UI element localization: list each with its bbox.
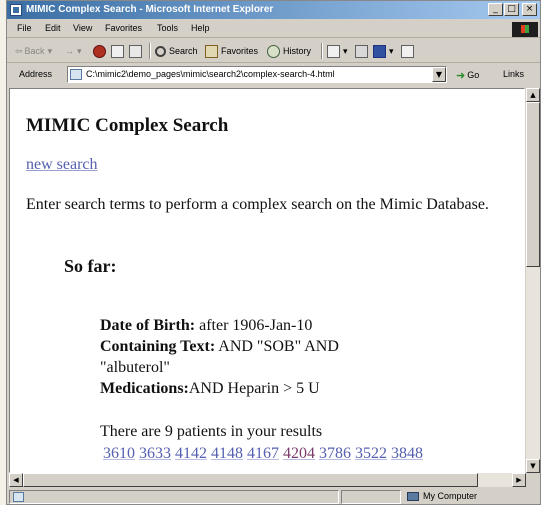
windows-logo-icon bbox=[512, 22, 538, 37]
patient-id-link[interactable]: 4148 bbox=[211, 445, 243, 462]
menu-view[interactable]: View bbox=[73, 23, 92, 33]
search-button[interactable]: Search bbox=[155, 42, 198, 60]
scroll-up-button[interactable]: ▲ bbox=[526, 88, 540, 102]
window-controls: _ □ × bbox=[488, 3, 537, 16]
patient-id-list: 3610 3633 4142 4148 4167 4204 3786 3522 3848 bbox=[103, 445, 427, 463]
toolbar: ⇦ Back ▾ → ▾ Search Favorites History ▾ … bbox=[7, 39, 540, 63]
menu-help[interactable]: Help bbox=[191, 23, 210, 33]
toolbar-divider bbox=[321, 43, 323, 59]
favorites-icon bbox=[205, 44, 218, 58]
refresh-button[interactable] bbox=[111, 42, 127, 60]
vertical-scrollbar[interactable]: ▲ ▼ bbox=[526, 88, 540, 473]
discuss-icon bbox=[401, 44, 414, 58]
patient-id-link[interactable]: 3786 bbox=[319, 445, 351, 462]
new-search-link[interactable]: new search bbox=[26, 156, 98, 174]
page-status-icon bbox=[13, 492, 24, 502]
go-button[interactable]: ➜ Go bbox=[456, 67, 479, 83]
scroll-right-button[interactable]: ▶ bbox=[512, 473, 526, 487]
mail-icon bbox=[327, 44, 340, 58]
web-page: MIMIC Complex Search new search Enter se… bbox=[10, 89, 524, 472]
menu-tools[interactable]: Tools bbox=[157, 23, 178, 33]
browser-window: MIMIC Complex Search - Microsoft Interne… bbox=[6, 0, 541, 505]
menu-bar: File Edit View Favorites Tools Help bbox=[7, 21, 540, 38]
window-title: MIMIC Complex Search - Microsoft Interne… bbox=[26, 4, 274, 15]
criterion-containing-text: Containing Text: AND "SOB" AND "albutero… bbox=[100, 336, 400, 378]
address-input[interactable]: C:\mimic2\demo_pages\mimic\search2\compl… bbox=[67, 66, 447, 83]
computer-icon bbox=[407, 491, 419, 501]
criterion-value: after 1906-Jan-10 bbox=[195, 317, 313, 334]
forward-button[interactable]: → ▾ bbox=[65, 42, 82, 60]
toolbar-divider bbox=[149, 43, 151, 59]
title-bar: MIMIC Complex Search - Microsoft Interne… bbox=[7, 1, 540, 19]
results-count: There are 9 patients in your results bbox=[100, 423, 323, 440]
go-arrow-icon: ➜ bbox=[456, 69, 466, 82]
menu-edit[interactable]: Edit bbox=[45, 23, 61, 33]
word-icon bbox=[373, 44, 386, 58]
status-text-cell bbox=[9, 490, 339, 504]
patient-id-link[interactable]: 3522 bbox=[355, 445, 387, 462]
security-zone: My Computer bbox=[407, 491, 477, 501]
links-button[interactable]: Links bbox=[503, 69, 524, 79]
back-button[interactable]: ⇦ Back ▾ bbox=[15, 42, 52, 60]
address-url: C:\mimic2\demo_pages\mimic\search2\compl… bbox=[86, 69, 335, 79]
back-arrow-icon: ⇦ bbox=[15, 45, 23, 56]
close-button[interactable]: × bbox=[522, 3, 537, 16]
chevron-down-icon: ▾ bbox=[47, 45, 53, 56]
page-viewport: MIMIC Complex Search new search Enter se… bbox=[9, 88, 525, 473]
chevron-down-icon: ▾ bbox=[389, 45, 394, 56]
chevron-down-icon[interactable]: ▼ bbox=[432, 67, 446, 82]
patient-id-link[interactable]: 3610 bbox=[103, 445, 135, 462]
criterion-label: Date of Birth: bbox=[100, 317, 196, 334]
status-bar: My Computer bbox=[7, 489, 540, 505]
stop-button[interactable] bbox=[93, 42, 109, 60]
patient-id-link[interactable]: 4167 bbox=[247, 445, 279, 462]
page-title: MIMIC Complex Search bbox=[26, 115, 229, 136]
patient-id-link[interactable]: 3848 bbox=[391, 445, 423, 462]
vertical-scroll-thumb[interactable] bbox=[526, 102, 540, 267]
status-progress-cell bbox=[341, 490, 401, 504]
menu-file[interactable]: File bbox=[17, 23, 32, 33]
home-icon bbox=[129, 44, 142, 58]
so-far-heading: So far: bbox=[64, 256, 117, 276]
home-button[interactable] bbox=[129, 42, 145, 60]
criterion-value: AND Heparin > 5 U bbox=[188, 380, 320, 397]
ie-icon bbox=[10, 4, 22, 16]
scroll-left-button[interactable]: ◀ bbox=[9, 473, 23, 487]
scroll-down-button[interactable]: ▼ bbox=[526, 459, 540, 473]
criterion-label: Containing Text: bbox=[100, 338, 216, 355]
search-criteria: Date of Birth: after 1906-Jan-10 Contain… bbox=[100, 315, 400, 399]
history-icon bbox=[267, 44, 280, 58]
chevron-down-icon: ▾ bbox=[343, 45, 348, 56]
intro-text: Enter search terms to perform a complex … bbox=[26, 196, 489, 213]
refresh-icon bbox=[111, 44, 124, 58]
address-label: Address bbox=[19, 69, 53, 79]
page-icon bbox=[70, 69, 82, 80]
print-button[interactable] bbox=[355, 42, 371, 60]
chevron-down-icon: ▾ bbox=[77, 45, 82, 56]
history-button[interactable]: History bbox=[267, 42, 311, 60]
mail-button[interactable]: ▾ bbox=[327, 42, 348, 60]
discuss-button[interactable] bbox=[401, 42, 417, 60]
stop-icon bbox=[93, 44, 106, 58]
favorites-button[interactable]: Favorites bbox=[205, 42, 258, 60]
criterion-label: Medications: bbox=[100, 380, 189, 397]
search-icon bbox=[155, 45, 166, 57]
patient-id-link[interactable]: 3633 bbox=[139, 445, 171, 462]
patient-id-link[interactable]: 4142 bbox=[175, 445, 207, 462]
horizontal-scrollbar[interactable]: ◀ ▶ bbox=[9, 473, 526, 487]
patient-id-link[interactable]: 4204 bbox=[283, 445, 315, 462]
criterion-date-of-birth: Date of Birth: after 1906-Jan-10 bbox=[100, 315, 400, 336]
edit-button[interactable]: ▾ bbox=[373, 42, 394, 60]
address-bar: Address C:\mimic2\demo_pages\mimic\searc… bbox=[7, 64, 540, 86]
horizontal-scroll-thumb[interactable] bbox=[23, 473, 478, 487]
minimize-button[interactable]: _ bbox=[488, 3, 503, 16]
menu-favorites[interactable]: Favorites bbox=[105, 23, 142, 33]
maximize-button[interactable]: □ bbox=[504, 3, 519, 16]
criterion-medications: Medications:AND Heparin > 5 U bbox=[100, 378, 400, 399]
print-icon bbox=[355, 44, 368, 58]
